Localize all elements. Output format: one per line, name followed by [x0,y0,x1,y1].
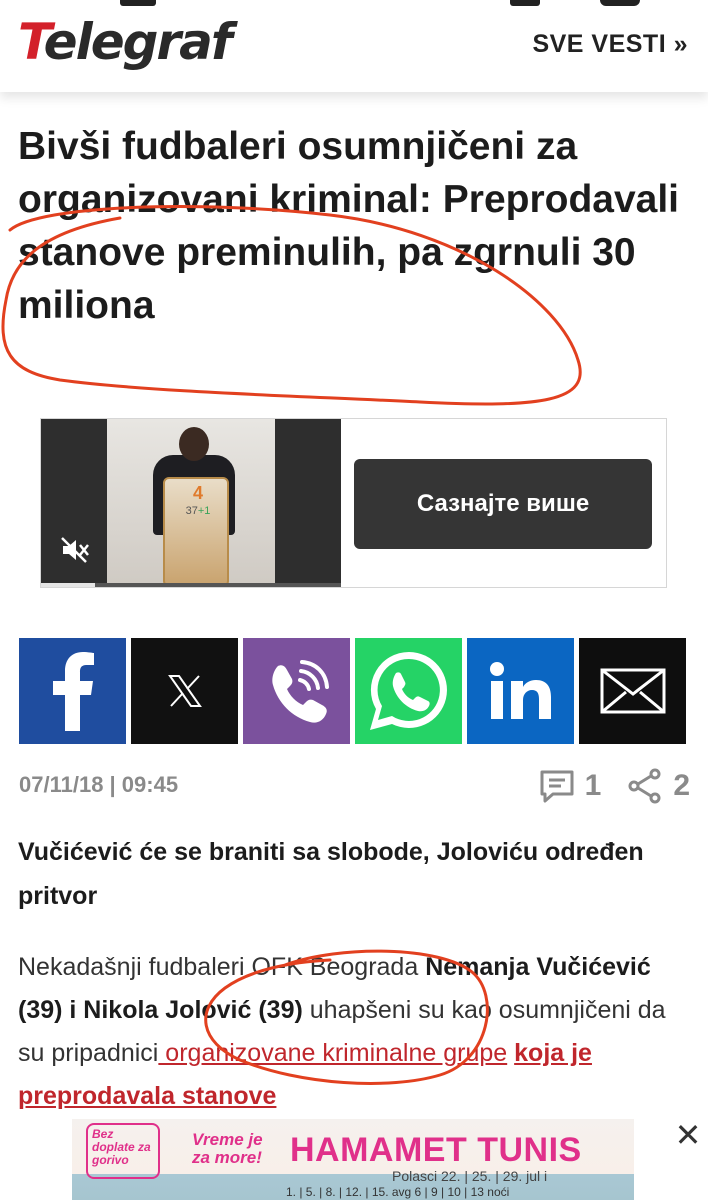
shares-count: 2 [673,769,690,802]
signal-icon [510,0,540,6]
email-icon [600,668,665,714]
facebook-icon [52,652,94,731]
mute-icon[interactable] [59,535,93,565]
ad-phone-screen: 4 37+1 [163,477,229,587]
share-linkedin-button[interactable] [467,638,574,744]
logo-letter-t: T [18,13,46,71]
article-lead: Vučićević će se braniti sa slobode, Jolo… [18,838,644,910]
article-body: Nekadašnji fudbaleri OFK Beograda Nemanj… [18,946,688,1118]
share-facebook-button[interactable] [19,638,126,744]
battery-icon [600,0,640,6]
telegraf-logo[interactable]: Telegraf [18,12,233,72]
whatsapp-icon [369,651,447,730]
ad-progress-bar[interactable] [41,583,341,587]
ad-phone-score: 37 [185,505,198,517]
share-count-link[interactable]: 2 [627,768,690,804]
site-header: Telegraf SVE VESTI » [0,0,708,92]
ad-destination: HAMAMET TUNIS [290,1131,582,1169]
article-stats: 1 2 [539,764,690,808]
comments-count: 1 [584,769,602,802]
video-ad[interactable]: 4 37+1 Сазнајте више [40,418,667,588]
viber-icon [271,660,329,723]
hamamet-banner[interactable]: Bez doplate za gorivo Vreme je za more! … [72,1119,634,1200]
bottom-sticky-ad[interactable]: Bez doplate za gorivo Vreme je za more! … [0,1119,708,1200]
ad-tagline: Vreme je za more! [192,1130,263,1167]
ad-dates: 1. | 5. | 8. | 12. | 15. avg 6 | 9 | 10 … [286,1185,510,1199]
ad-video-player[interactable]: 4 37+1 [41,419,341,587]
ad-person-head [179,427,209,461]
status-bar-time-fragment [120,0,156,6]
organized-crime-link[interactable]: organizovane kriminalne grupe [158,1039,507,1067]
body-text-1: Nekadašnji fudbaleri OFK Beograda [18,953,426,981]
article-headline: Bivši fudbaleri osumnjičeni za organizov… [18,125,680,327]
ad-departures: Polasci 22. | 25. | 29. jul i [392,1168,548,1184]
comments-link[interactable]: 1 [539,769,602,803]
status-bar-remnant [0,0,708,8]
share-whatsapp-button[interactable] [355,638,462,744]
share-icon [628,768,661,804]
learn-more-button[interactable]: Сазнајте више [354,459,652,549]
x-icon [167,675,202,707]
share-bar [19,638,688,744]
article-date: 07/11/18 | 09:45 [19,772,179,797]
close-ad-button[interactable]: ✕ [674,1119,702,1151]
ad-phone-score-plus: +1 [197,505,211,517]
linkedin-icon [489,662,551,719]
all-news-link[interactable]: SVE VESTI » [532,30,688,59]
share-email-button[interactable] [579,638,686,744]
ad-progress-fill [41,583,95,587]
fuel-badge: Bez doplate za gorivo [86,1123,160,1179]
share-x-button[interactable] [131,638,238,744]
logo-wordmark: elegraf [43,13,233,71]
ad-phone-number: 4 [192,483,203,503]
share-viber-button[interactable] [243,638,350,744]
comment-icon [540,770,574,803]
